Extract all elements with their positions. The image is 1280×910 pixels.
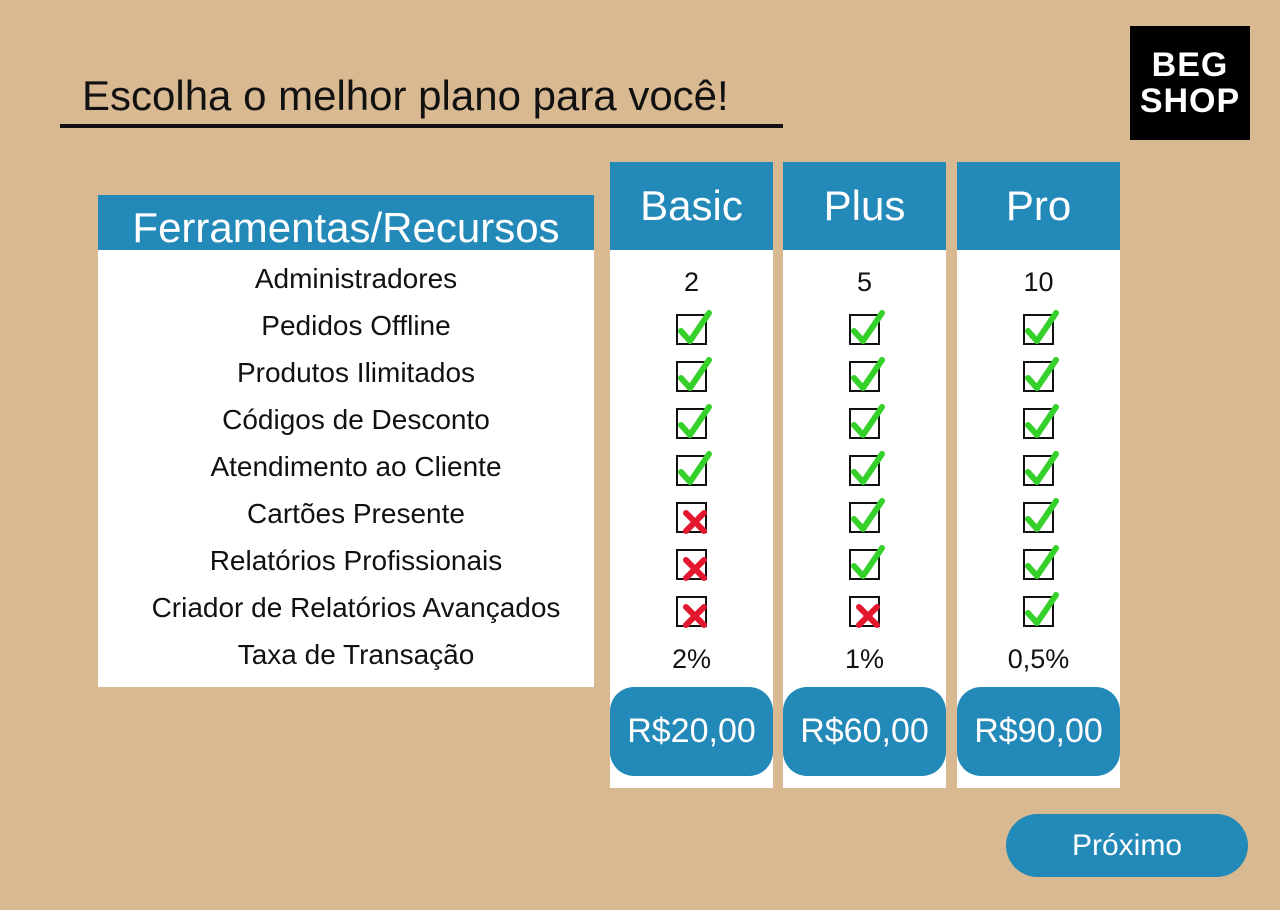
feature-cell-basic-7 [610, 544, 773, 584]
feature-cell-plus-2 [783, 309, 946, 349]
feature-label-produtos-ilimitados: Produtos Ilimitados [236, 357, 476, 388]
checkmark-icon [676, 450, 712, 486]
cross-icon [849, 595, 880, 628]
feature-cell-plus-6 [783, 497, 946, 537]
feature-cell-pro-3 [957, 356, 1120, 396]
feature-cell-basic-8 [610, 591, 773, 631]
plan-admins-pro: 10 [1023, 266, 1054, 297]
feature-label-atendimento-cliente: Atendimento ao Cliente [210, 451, 502, 482]
price-button-plus[interactable]: R$60,00 [783, 687, 946, 776]
cross-icon [676, 501, 707, 534]
feature-cell-pro-2 [957, 309, 1120, 349]
feature-cell-pro-5 [957, 450, 1120, 490]
checkmark-icon [849, 403, 885, 439]
price-button-pro[interactable]: R$90,00 [957, 687, 1120, 776]
price-button-basic[interactable]: R$20,00 [610, 687, 773, 776]
feature-label-administradores: Administradores [254, 263, 458, 294]
feature-cell-pro-7 [957, 544, 1120, 584]
feature-cell-basic-4 [610, 403, 773, 443]
plan-column-basic: Basic 2 2% R$20,00 [610, 162, 773, 788]
plan-header-basic: Basic [610, 162, 773, 250]
feature-cell-plus-4 [783, 403, 946, 443]
feature-cell-plus-8 [783, 591, 946, 631]
checkmark-icon [849, 356, 885, 392]
feature-label-criador-relatorios: Criador de Relatórios Avançados [151, 592, 561, 623]
checkmark-icon [1023, 544, 1059, 580]
features-table: Ferramentas/Recursos Administradores Ped… [98, 195, 594, 687]
title-underline [60, 124, 783, 128]
cross-icon [676, 595, 707, 628]
logo: BEG SHOP [1130, 26, 1250, 140]
plan-fee-pro: 0,5% [1007, 643, 1070, 674]
feature-cell-basic-5 [610, 450, 773, 490]
plan-admins-plus: 5 [856, 266, 873, 297]
checkmark-icon [1023, 591, 1059, 627]
plan-fee-plus: 1% [844, 643, 885, 674]
plan-column-plus: Plus 5 1% R$60,00 [783, 162, 946, 788]
feature-label-cartoes-presente: Cartões Presente [247, 498, 465, 529]
next-button[interactable]: Próximo [1006, 814, 1248, 877]
features-header: Ferramentas/Recursos [98, 195, 594, 250]
logo-line-1: BEG [1151, 46, 1229, 84]
feature-cell-pro-4 [957, 403, 1120, 443]
checkmark-icon [676, 309, 712, 345]
feature-cell-pro-6 [957, 497, 1120, 537]
plan-header-plus: Plus [783, 162, 946, 250]
checkmark-icon [849, 497, 885, 533]
page-title: Escolha o melhor plano para você! [82, 72, 729, 119]
checkmark-icon [849, 309, 885, 345]
checkmark-icon [1023, 403, 1059, 439]
feature-cell-plus-5 [783, 450, 946, 490]
plan-fee-basic: 2% [671, 643, 712, 674]
checkmark-icon [676, 403, 712, 439]
feature-cell-plus-7 [783, 544, 946, 584]
logo-line-2: SHOP [1139, 82, 1241, 120]
feature-cell-basic-3 [610, 356, 773, 396]
plan-admins-basic: 2 [683, 266, 700, 297]
checkmark-icon [1023, 497, 1059, 533]
feature-cell-basic-6 [610, 497, 773, 537]
checkmark-icon [1023, 309, 1059, 345]
feature-label-pedidos-offline: Pedidos Offline [261, 310, 451, 341]
plan-column-pro: Pro 10 0,5% R$90,00 [957, 162, 1120, 788]
checkmark-icon [849, 544, 885, 580]
checkmark-icon [1023, 450, 1059, 486]
checkmark-icon [676, 356, 712, 392]
feature-label-relatorios-profissionais: Relatórios Profissionais [209, 545, 503, 576]
feature-cell-basic-2 [610, 309, 773, 349]
cross-icon [676, 548, 707, 581]
feature-label-taxa-transacao: Taxa de Transação [237, 639, 475, 670]
plan-header-pro: Pro [957, 162, 1120, 250]
feature-cell-plus-3 [783, 356, 946, 396]
checkmark-icon [1023, 356, 1059, 392]
feature-label-codigos-desconto: Códigos de Desconto [222, 404, 490, 435]
checkmark-icon [849, 450, 885, 486]
feature-cell-pro-8 [957, 591, 1120, 631]
